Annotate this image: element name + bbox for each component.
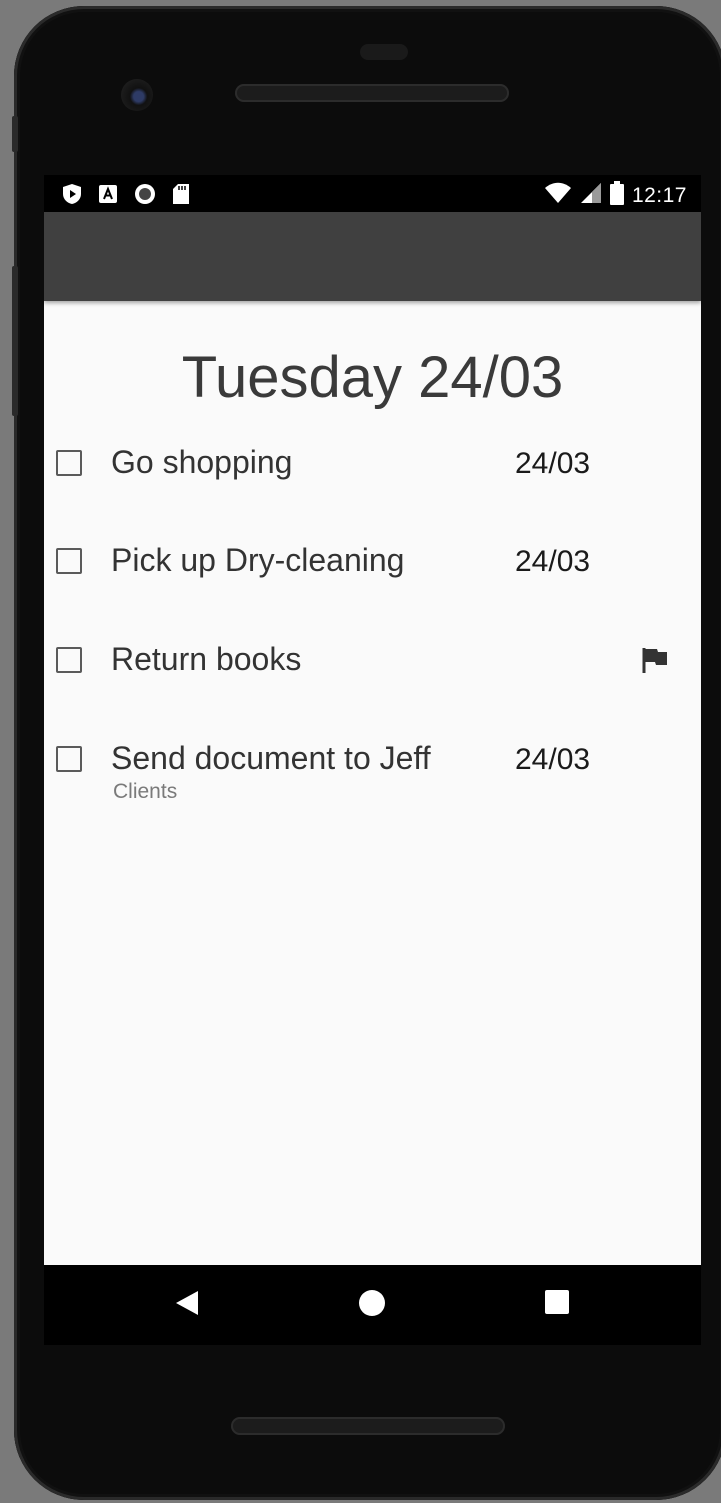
task-title: Go shopping [111,444,293,480]
home-icon[interactable] [358,1289,386,1322]
task-checkbox[interactable] [56,450,82,476]
task-checkbox[interactable] [56,647,82,673]
page-title: Tuesday 24/03 [181,345,564,410]
task-checkbox[interactable] [56,746,82,772]
status-clock: 12:17 [631,183,687,207]
back-icon[interactable] [174,1289,200,1322]
task-title: Pick up Dry-cleaning [111,542,405,578]
task-item[interactable]: Pick up Dry-cleaning 24/03 [44,542,701,628]
task-date: 24/03 [515,743,591,776]
screen: 12:17 Tuesday 24/03 Go shopping 24/03 Pi… [44,175,701,1265]
status-left-icons [62,183,190,205]
task-item[interactable]: Return books [44,641,701,727]
sd-card-icon [172,183,190,205]
task-date: 24/03 [515,447,591,480]
wifi-icon [544,182,572,209]
signal-icon [580,182,602,209]
task-item[interactable]: Send document to Jeff 24/03 Clients [44,740,701,846]
task-title: Return books [111,641,302,677]
a-icon [98,184,118,204]
status-bar: 12:17 [44,175,701,212]
side-button [12,116,18,152]
volume-button [12,266,18,416]
task-title: Send document to Jeff [111,740,431,776]
flag-icon[interactable] [641,646,669,679]
earpiece-sensor [360,44,408,60]
task-date: 24/03 [515,545,591,578]
front-camera [121,79,153,111]
battery-icon [609,181,624,210]
task-list-label: Clients [113,780,178,803]
recents-icon[interactable] [544,1289,570,1320]
play-protect-icon [62,183,82,205]
app-bar [44,212,701,301]
top-speaker [235,84,509,102]
bottom-speaker [231,1417,505,1435]
navigation-bar [44,1265,701,1345]
task-item[interactable]: Go shopping 24/03 [44,444,701,530]
status-right-icons: 12:17 [544,181,687,210]
circle-icon [134,183,156,205]
task-checkbox[interactable] [56,548,82,574]
